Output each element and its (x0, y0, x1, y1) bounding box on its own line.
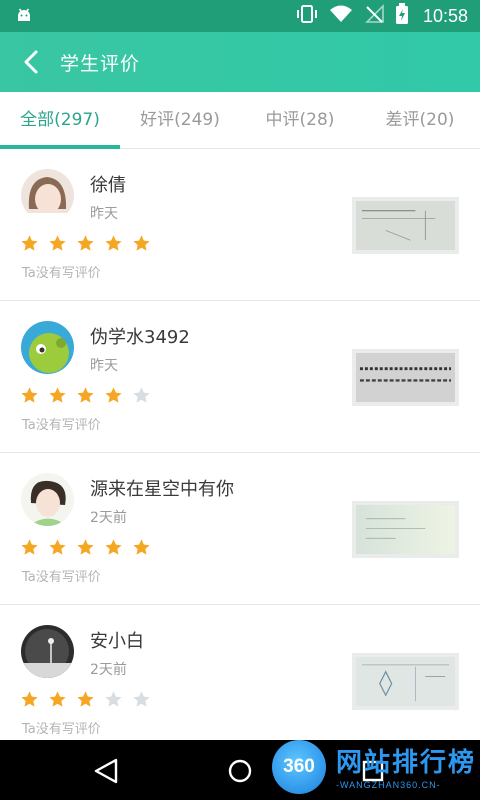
status-time: 10:58 (422, 5, 468, 26)
app-bar: 学生评价 (0, 32, 480, 92)
tab-neutral[interactable]: 中评(28) (240, 92, 360, 148)
list-item[interactable]: 源来在星空中有你 2天前 Ta没有写评价 (0, 453, 480, 605)
tab-label: 中评(28) (265, 110, 335, 130)
tab-label: 好评(249) (140, 110, 220, 130)
reviewer-name: 伪学水3492 (90, 327, 190, 348)
review-photo-thumbnail[interactable] (352, 197, 459, 254)
page-title: 学生评价 (60, 53, 141, 75)
review-filter-tabs: 全部(297) 好评(249) 中评(28) 差评(20) (0, 92, 480, 149)
review-time: 2天前 (90, 510, 127, 526)
status-bar: 10:58 (0, 0, 480, 32)
star-filled-icon (104, 234, 123, 253)
review-photo-thumbnail[interactable] (352, 349, 459, 406)
star-empty-icon (132, 386, 151, 405)
review-comment: Ta没有写评价 (22, 570, 101, 585)
star-filled-icon (20, 386, 39, 405)
tab-label: 全部(297) (20, 110, 100, 130)
review-comment: Ta没有写评价 (22, 418, 101, 433)
avatar[interactable] (21, 625, 74, 678)
star-filled-icon (104, 386, 123, 405)
list-item[interactable]: 徐倩 昨天 Ta没有写评价 (0, 149, 480, 301)
review-photo-thumbnail[interactable] (352, 501, 459, 558)
review-time: 2天前 (90, 662, 127, 678)
watermark-logo: 360 网站排行榜 -WANGZHAN360.CN- (272, 740, 480, 800)
star-empty-icon (132, 690, 151, 709)
star-filled-icon (76, 538, 95, 557)
avatar[interactable] (21, 473, 74, 526)
star-rating (20, 234, 151, 253)
battery-icon (395, 2, 409, 30)
avatar[interactable] (21, 169, 74, 222)
avatar[interactable] (21, 321, 74, 374)
star-filled-icon (20, 690, 39, 709)
star-rating (20, 386, 151, 405)
reviewer-name: 徐倩 (90, 175, 126, 196)
star-empty-icon (104, 690, 123, 709)
star-filled-icon (20, 538, 39, 557)
star-filled-icon (132, 538, 151, 557)
list-item[interactable]: 安小白 2天前 Ta没有写评价 (0, 605, 480, 757)
star-filled-icon (76, 690, 95, 709)
home-circle-icon[interactable] (223, 754, 257, 788)
back-arrow-icon[interactable] (18, 48, 46, 76)
watermark-title: 网站排行榜 (336, 748, 477, 778)
star-filled-icon (76, 234, 95, 253)
no-signal-icon (363, 3, 385, 29)
star-rating (20, 538, 151, 557)
wifi-icon (329, 4, 353, 29)
review-photo-thumbnail[interactable] (352, 653, 459, 710)
review-comment: Ta没有写评价 (22, 266, 101, 281)
star-filled-icon (48, 690, 67, 709)
tab-label: 差评(20) (385, 110, 455, 130)
tab-bad[interactable]: 差评(20) (360, 92, 480, 148)
vibrate-icon (295, 4, 319, 29)
tab-good[interactable]: 好评(249) (120, 92, 240, 148)
reviewer-name: 安小白 (90, 631, 144, 652)
review-list: 徐倩 昨天 Ta没有写评价 伪学水3492 昨天 Ta没有写评价 源来在星空中有… (0, 149, 480, 757)
list-item[interactable]: 伪学水3492 昨天 Ta没有写评价 (0, 301, 480, 453)
watermark-360-logo: 360 (272, 740, 326, 794)
star-rating (20, 690, 151, 709)
review-comment: Ta没有写评价 (22, 722, 101, 737)
star-filled-icon (76, 386, 95, 405)
star-filled-icon (20, 234, 39, 253)
star-filled-icon (48, 386, 67, 405)
star-filled-icon (48, 234, 67, 253)
star-filled-icon (48, 538, 67, 557)
watermark-subtitle: -WANGZHAN360.CN- (336, 780, 441, 790)
reviewer-name: 源来在星空中有你 (90, 479, 234, 500)
back-triangle-icon[interactable] (90, 754, 124, 788)
tab-all[interactable]: 全部(297) (0, 92, 120, 149)
android-icon (14, 6, 34, 30)
review-time: 昨天 (90, 206, 118, 222)
review-time: 昨天 (90, 358, 118, 374)
star-filled-icon (104, 538, 123, 557)
star-filled-icon (132, 234, 151, 253)
